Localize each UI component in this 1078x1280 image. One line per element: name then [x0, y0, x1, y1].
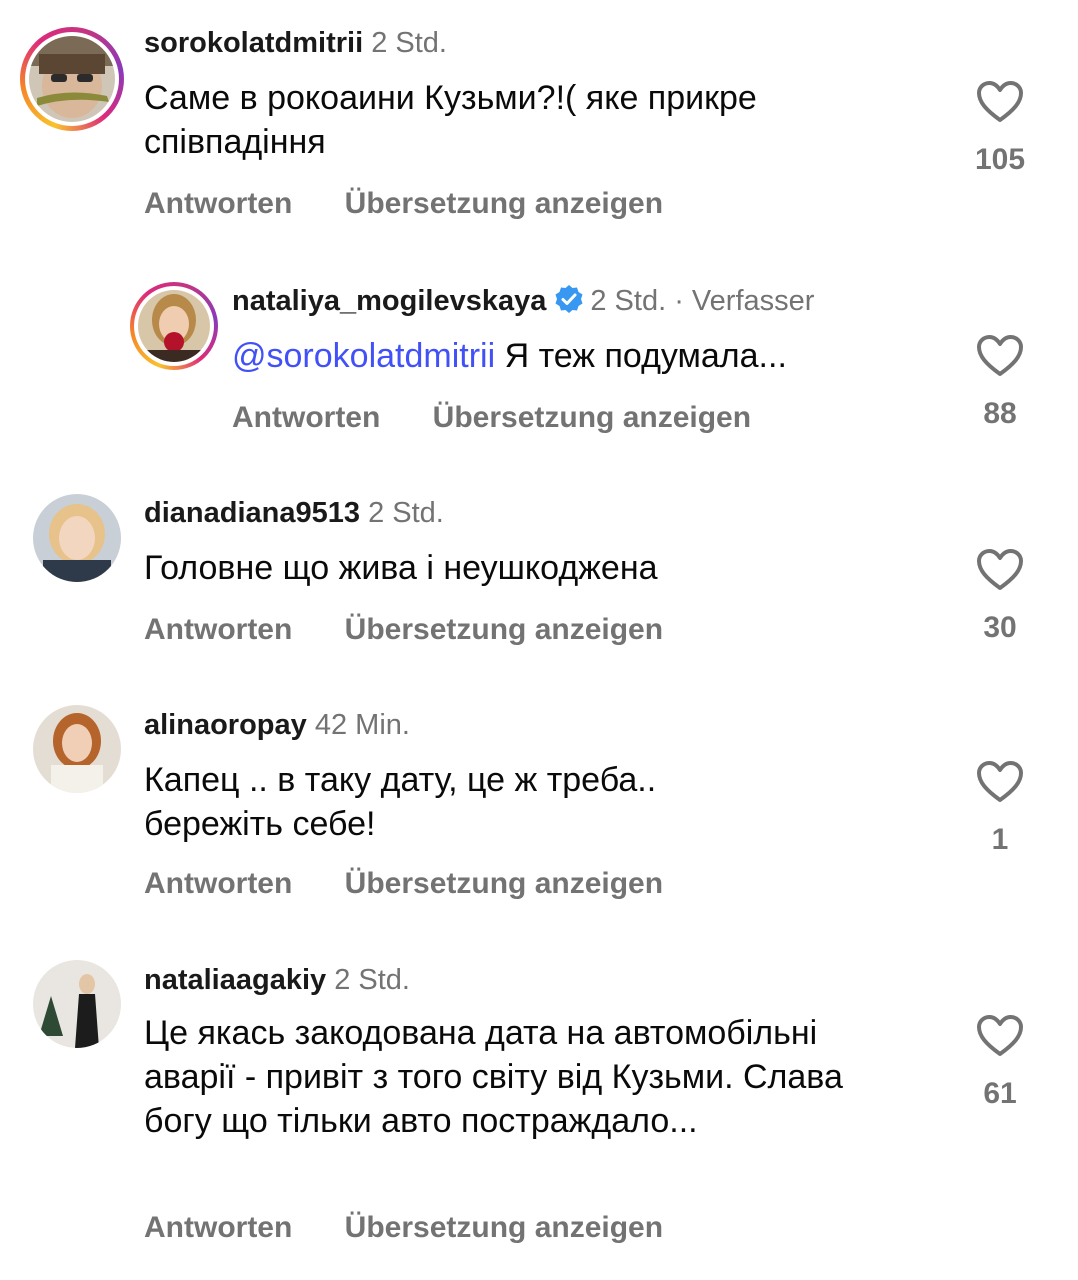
heart-outline-icon[interactable] — [976, 1014, 1024, 1058]
avatar[interactable] — [33, 705, 121, 793]
reply-button[interactable]: Antworten — [144, 1211, 292, 1244]
comment-text: Саме в рокоаини Кузьми?!( яке прикре спі… — [144, 79, 757, 161]
mention-link[interactable]: @sorokolatdmitrii — [232, 337, 495, 375]
show-translation-button[interactable]: Übersetzung anzeigen — [345, 613, 663, 646]
avatar[interactable] — [33, 494, 121, 582]
heart-outline-icon[interactable] — [976, 548, 1024, 592]
heart-outline-icon[interactable] — [976, 80, 1024, 124]
comment-username[interactable]: nataliaagakiy — [144, 964, 326, 996]
reply-button[interactable]: Antworten — [144, 187, 292, 220]
comment-username[interactable]: alinaoropay — [144, 709, 307, 741]
comment-time: 2 Std. — [334, 964, 410, 996]
comment-text: Головне що жива і неушкоджена — [144, 549, 658, 587]
avatar-image — [33, 705, 121, 793]
like-count: 30 — [983, 611, 1017, 644]
avatar-image — [29, 36, 115, 122]
comment-time: 42 Min. — [314, 709, 410, 741]
show-translation-button[interactable]: Übersetzung anzeigen — [345, 867, 663, 900]
author-tag: · Verfasser — [674, 285, 815, 317]
like-count: 88 — [983, 397, 1017, 430]
comment-username[interactable]: nataliya_mogilevskaya — [232, 285, 546, 317]
verified-badge-icon — [555, 285, 583, 313]
reply-button[interactable]: Antworten — [232, 401, 380, 434]
reply-button[interactable]: Antworten — [144, 613, 292, 646]
avatar-image — [138, 290, 210, 362]
avatar-image — [33, 960, 121, 1048]
avatar[interactable] — [33, 960, 121, 1048]
comment-text: Це якась закодована дата на автомобільні… — [144, 1014, 843, 1140]
comment-username[interactable]: sorokolatdmitrii — [144, 27, 363, 59]
heart-outline-icon[interactable] — [976, 760, 1024, 804]
comment-username[interactable]: dianadiana9513 — [144, 497, 360, 529]
show-translation-button[interactable]: Übersetzung anzeigen — [345, 1211, 663, 1244]
avatar-image — [33, 494, 121, 582]
heart-outline-icon[interactable] — [976, 334, 1024, 378]
like-count: 1 — [991, 823, 1009, 856]
like-count: 61 — [983, 1077, 1017, 1110]
comment-text: Капец .. в таку дату, це ж треба.. береж… — [144, 761, 657, 843]
avatar[interactable] — [20, 27, 124, 131]
comment-text: @sorokolatdmitrii Я теж подумала... — [232, 334, 932, 378]
reply-button[interactable]: Antworten — [144, 867, 292, 900]
comments-list: sorokolatdmitrii 2 Std. Саме в рокоаини … — [0, 0, 1078, 1280]
comment-time: 2 Std. — [371, 27, 447, 59]
avatar[interactable] — [130, 282, 218, 370]
comment-time: 2 Std. — [590, 285, 667, 317]
show-translation-button[interactable]: Übersetzung anzeigen — [433, 401, 751, 434]
comment-text-body: Я теж подумала... — [495, 337, 787, 375]
like-count: 105 — [974, 143, 1026, 176]
comment-time: 2 Std. — [368, 497, 444, 529]
show-translation-button[interactable]: Übersetzung anzeigen — [345, 187, 663, 220]
